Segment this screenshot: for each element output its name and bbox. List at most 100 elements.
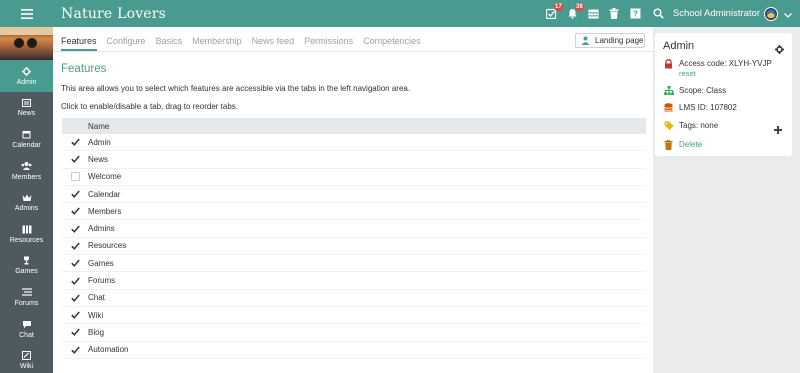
tab-basics[interactable]: Basics: [156, 31, 183, 51]
add-tag-plus-icon[interactable]: [774, 121, 782, 139]
checkmark-icon[interactable]: [62, 190, 88, 198]
feature-name: Chat: [88, 293, 105, 303]
calendar-icon[interactable]: [585, 5, 602, 22]
sidebar-item-admins[interactable]: Admins: [0, 186, 53, 218]
trash-icon[interactable]: [606, 5, 623, 22]
checkmark-icon[interactable]: [62, 328, 88, 337]
sidebar-item-forums[interactable]: Forums: [0, 281, 53, 313]
checkmark-icon[interactable]: [62, 225, 88, 233]
table-row[interactable]: Blog: [62, 324, 646, 342]
checkmark-icon[interactable]: [62, 311, 88, 320]
feature-name: Admin: [88, 137, 111, 147]
crown-icon: [22, 192, 32, 203]
sidebar-item-label: Chat: [19, 331, 34, 339]
bell-icon[interactable]: 38: [564, 3, 584, 22]
table-row[interactable]: Admins: [62, 220, 646, 238]
checkmark-icon[interactable]: [62, 138, 88, 147]
top-right-toolbar: 17 38 ? School Administrator: [542, 0, 800, 27]
svg-text:?: ?: [633, 10, 638, 19]
sidebar-item-news[interactable]: News: [0, 92, 53, 124]
table-row[interactable]: Welcome: [62, 169, 646, 186]
admin-info-card: Admin Access code: XLYH-YVJP reset Scope…: [655, 33, 792, 156]
table-row[interactable]: Admin: [62, 134, 646, 152]
user-name[interactable]: School Administrator: [673, 8, 760, 19]
table-row[interactable]: News: [62, 151, 646, 169]
tags-text: Tags: none: [679, 121, 719, 130]
delete-row: Delete: [663, 140, 702, 150]
reset-link[interactable]: reset: [679, 69, 772, 78]
members-icon: [21, 161, 32, 172]
table-row[interactable]: Chat: [62, 290, 646, 307]
scope-row: Scope: Class: [663, 86, 726, 95]
tab-news-feed[interactable]: News feed: [252, 31, 295, 51]
feature-name: Forums: [88, 276, 116, 286]
sidebar-item-chat[interactable]: Chat: [0, 313, 53, 345]
table-row[interactable]: Games: [62, 255, 646, 273]
tasks-icon[interactable]: 17: [543, 3, 563, 22]
feature-name: Welcome: [88, 172, 122, 182]
delete-link[interactable]: Delete: [679, 140, 702, 149]
avatar[interactable]: [764, 6, 778, 21]
sidebar-item-label: Forums: [14, 299, 39, 307]
sidebar-item-label: Resources: [9, 236, 44, 244]
table-row[interactable]: Members: [62, 203, 646, 221]
hamburger-menu-icon[interactable]: [0, 0, 53, 27]
table-header: Name: [62, 118, 646, 134]
feature-name: News: [88, 154, 109, 164]
resources-icon: [22, 224, 32, 235]
table-row[interactable]: Resources: [62, 238, 646, 256]
checkmark-icon[interactable]: [62, 207, 88, 216]
sidebar-item-label: Wiki: [19, 363, 34, 371]
feature-name: Calendar: [88, 189, 121, 199]
section-title: Features: [61, 63, 107, 75]
tab-permissions[interactable]: Permissions: [304, 31, 353, 51]
sidebar-item-calendar[interactable]: Calendar: [0, 123, 53, 155]
sidebar-item-label: News: [17, 110, 36, 118]
chat-icon: [22, 319, 32, 330]
sidebar-item-label: Games: [15, 268, 38, 276]
help-icon[interactable]: ?: [627, 5, 644, 22]
checkmark-icon[interactable]: [62, 294, 88, 302]
wiki-icon: [22, 350, 31, 361]
sidebar-item-wiki[interactable]: Wiki: [0, 344, 53, 373]
group-photo[interactable]: [0, 27, 53, 60]
sidebar-item-games[interactable]: Games: [0, 250, 53, 282]
main-panel: Features Configure Basics Membership New…: [53, 27, 653, 373]
checkmark-icon[interactable]: [62, 242, 88, 250]
tab-configure[interactable]: Configure: [107, 31, 146, 51]
chevron-down-icon[interactable]: [784, 5, 792, 23]
landing-page-label: Landing page: [595, 36, 644, 45]
tab-competencies[interactable]: Competencies: [363, 31, 421, 51]
feature-name: Resources: [88, 241, 127, 251]
lms-id-text: LMS ID: 107802: [679, 103, 737, 112]
tab-features[interactable]: Features: [61, 31, 97, 51]
unchecked-box[interactable]: [62, 172, 88, 182]
tab-bar: Features Configure Basics Membership New…: [61, 31, 431, 51]
checkmark-icon[interactable]: [62, 155, 88, 164]
calendar-icon: [22, 129, 31, 140]
checkmark-icon[interactable]: [62, 277, 88, 285]
sidebar-item-members[interactable]: Members: [0, 155, 53, 187]
checkmark-icon[interactable]: [62, 259, 88, 268]
table-row[interactable]: Calendar: [62, 186, 646, 204]
photo-sky: [0, 27, 53, 35]
tab-membership[interactable]: Membership: [192, 31, 242, 51]
user-icon: [581, 36, 590, 45]
sidebar-item-resources[interactable]: Resources: [0, 218, 53, 250]
landing-page-button[interactable]: Landing page: [575, 33, 645, 48]
trash-icon: [663, 140, 674, 150]
sidebar: Admin News Calendar Members Admins Resou…: [0, 27, 53, 373]
scope-text: Scope: Class: [679, 86, 727, 95]
sidebar-item-admin[interactable]: Admin: [0, 60, 53, 92]
gear-icon: [22, 66, 31, 77]
table-row[interactable]: Forums: [62, 272, 646, 290]
table-row[interactable]: Wiki: [62, 307, 646, 325]
sidebar-item-label: Admin: [16, 78, 37, 86]
search-icon[interactable]: [650, 5, 667, 22]
notifications-badge: 38: [574, 3, 584, 11]
gear-icon[interactable]: [775, 41, 784, 59]
table-row[interactable]: Automation: [62, 342, 646, 359]
checkmark-icon[interactable]: [62, 346, 88, 354]
sidebar-item-label: Calendar: [12, 141, 41, 149]
features-table-body: Admin News Welcome Calendar Members Admins Res…: [62, 134, 646, 359]
